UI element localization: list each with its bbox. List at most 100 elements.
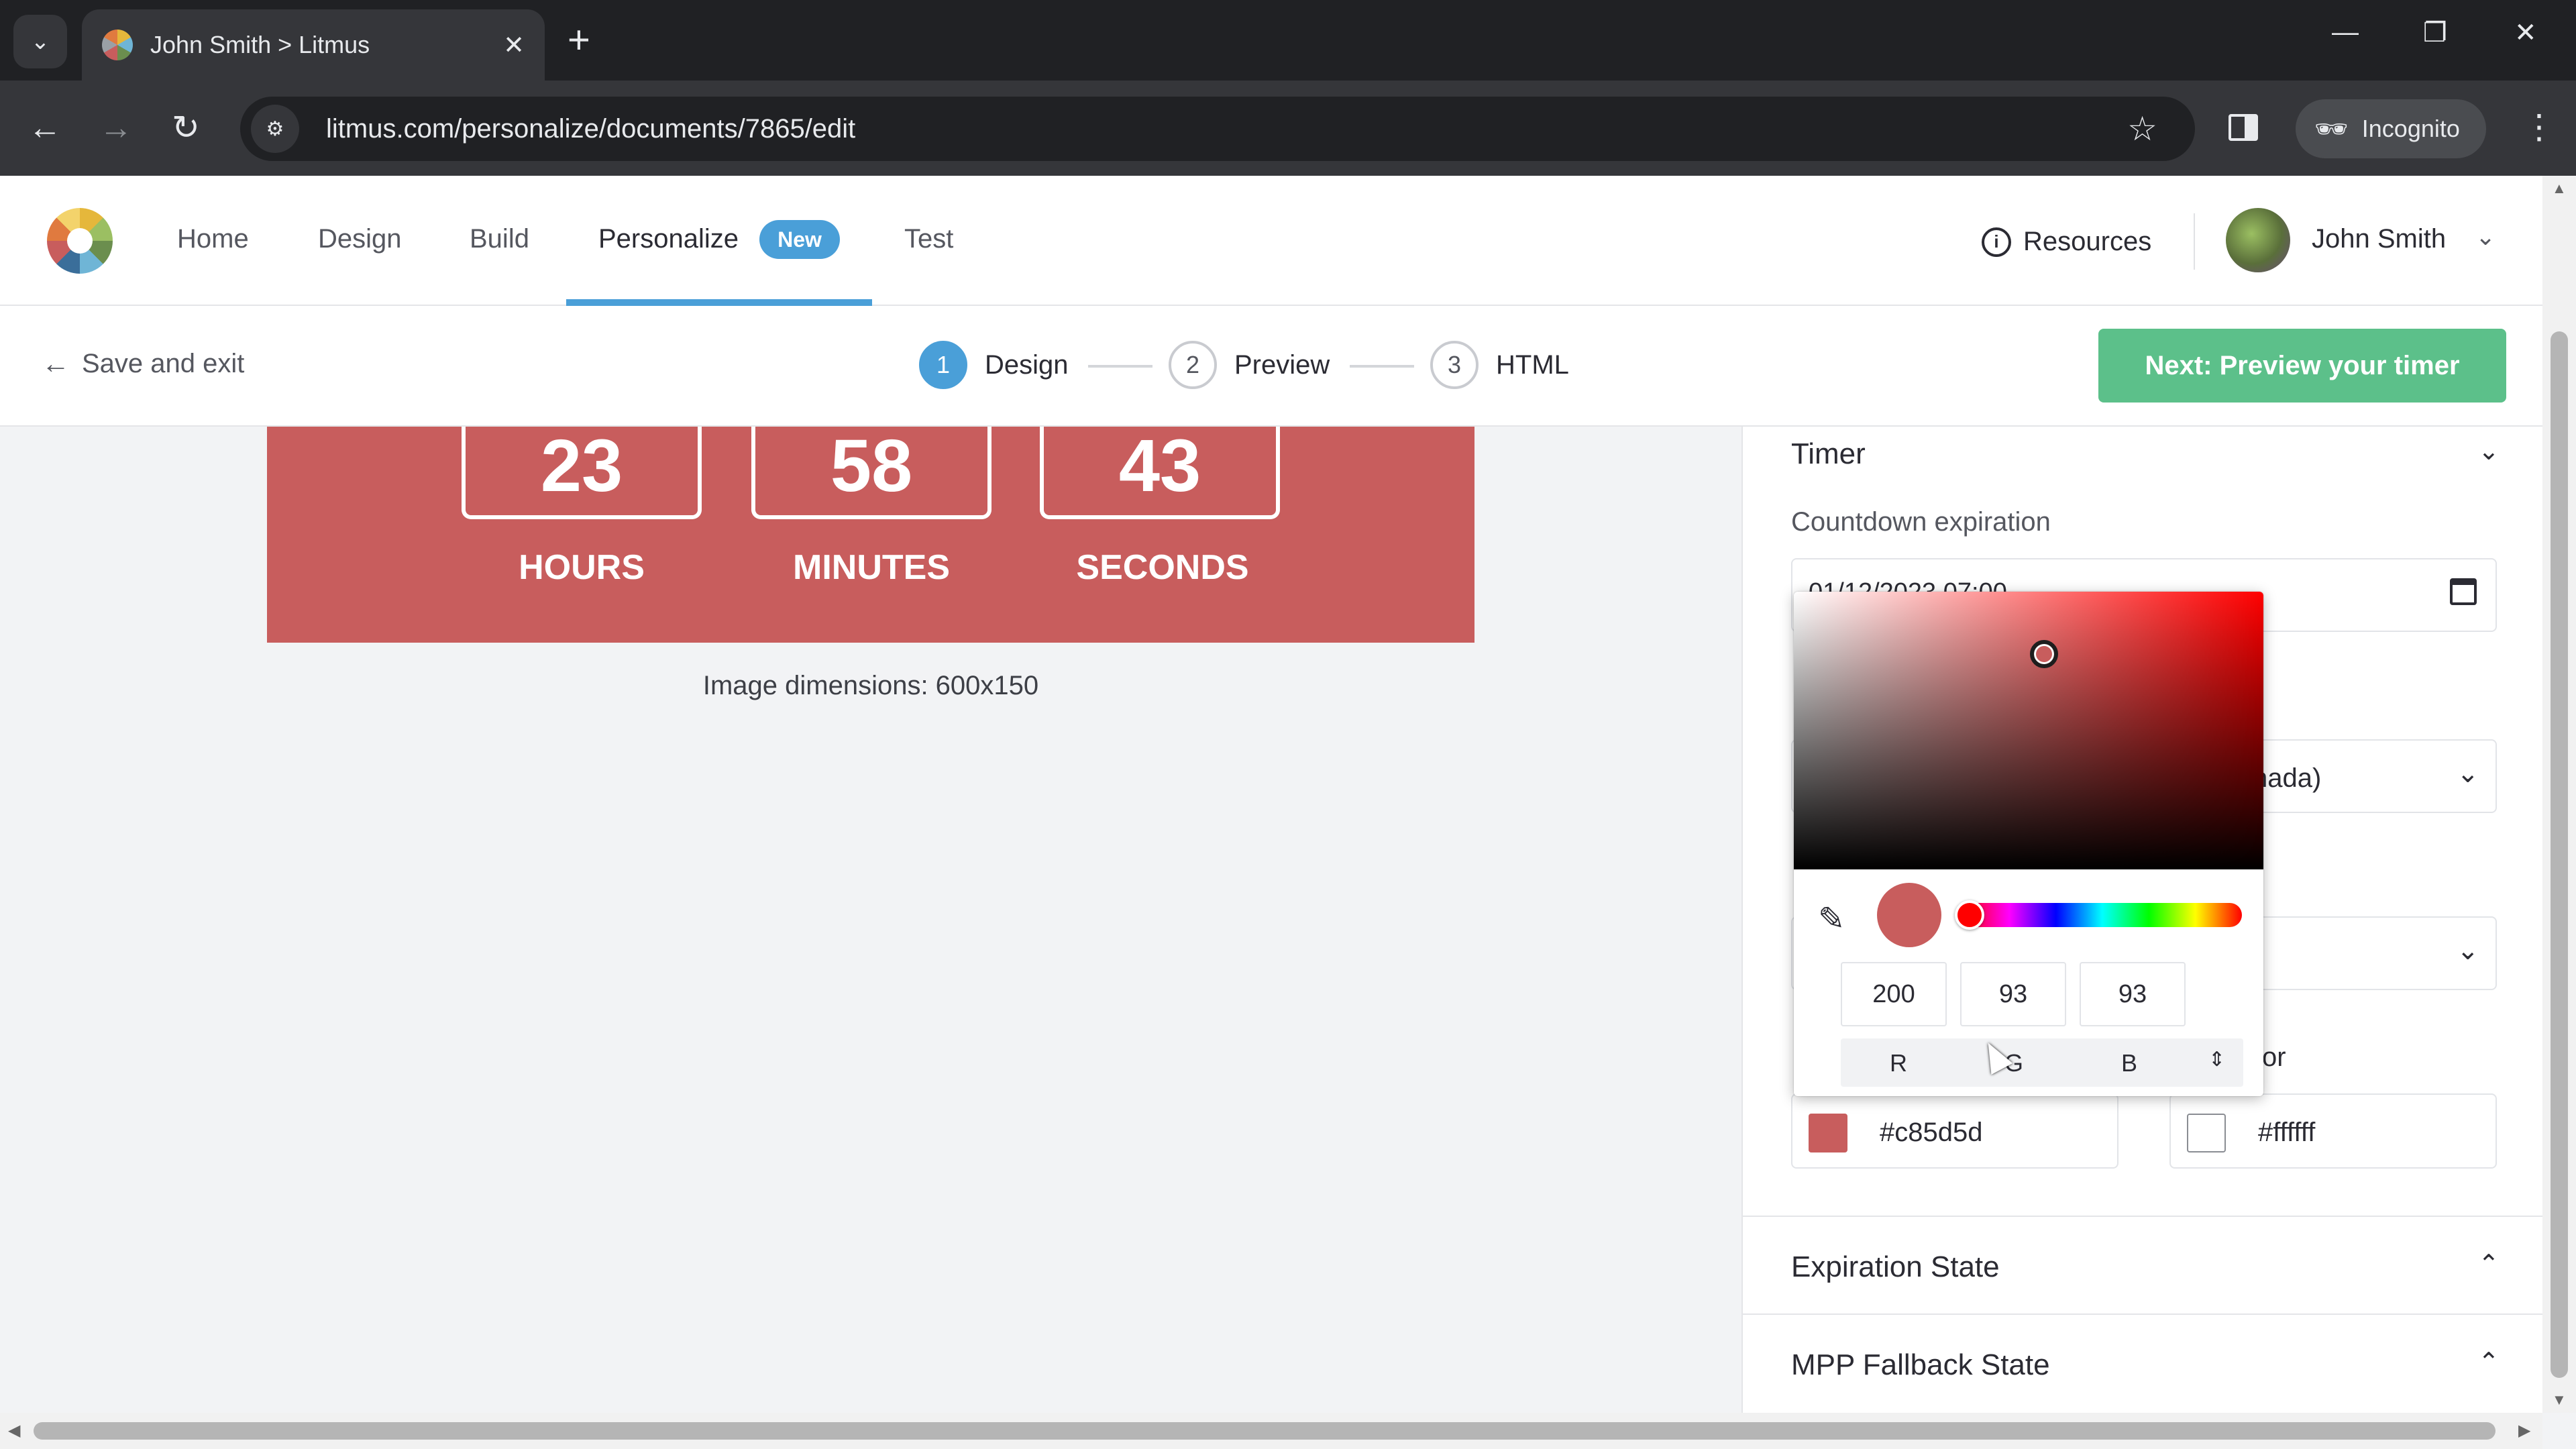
scroll-left-icon[interactable]: ◀ [8,1421,20,1440]
color-picker-popup: ✎ 200 93 93 R G B ⇕ [1794,592,2263,1096]
background-color-field[interactable]: #c85d5d [1791,1093,2118,1169]
browser-tab-active[interactable]: John Smith > Litmus ✕ [82,9,545,80]
incognito-icon: 🕶 [2314,114,2349,144]
resources-label: Resources [2023,227,2152,256]
minimize-icon[interactable]: — [2332,17,2359,48]
next-preview-button[interactable]: Next: Preview your timer [2098,329,2506,402]
nav-test[interactable]: Test [904,224,953,254]
nav-home[interactable]: Home [177,224,249,254]
avatar[interactable] [2226,208,2290,272]
blue-label: B [2121,1049,2137,1077]
active-nav-indicator [566,299,872,306]
minutes-box: 58 [751,427,991,519]
chevron-up-icon[interactable]: ⌃ [2478,1249,2500,1279]
chevron-down-icon: ⌄ [30,29,50,54]
horizontal-scrollbar[interactable]: ◀ ▶ [0,1413,2542,1449]
vertical-scrollbar[interactable]: ▲ ▼ [2542,176,2576,1413]
incognito-label: Incognito [2361,115,2460,142]
close-window-icon[interactable]: ✕ [2514,17,2537,48]
hue-slider-handle[interactable] [1955,900,1984,930]
chevron-down-icon[interactable]: ⌄ [2478,436,2500,466]
saturation-value-area[interactable] [1794,592,2263,869]
step-number: 3 [1430,341,1479,389]
step-design[interactable]: 1 Design [919,341,1069,389]
scroll-right-icon[interactable]: ▶ [2518,1421,2530,1440]
step-label: HTML [1496,350,1569,380]
hours-box: 23 [462,427,702,519]
hue-slider[interactable] [1963,903,2242,927]
green-input[interactable]: 93 [1960,962,2066,1026]
background-color-hex: #c85d5d [1880,1118,1983,1147]
step-number: 1 [919,341,967,389]
chevron-down-icon[interactable]: ⌄ [2475,223,2496,251]
chevron-up-icon[interactable]: ⌃ [2478,1347,2500,1377]
red-label: R [1890,1049,1907,1077]
arrow-left-icon: ← [42,347,70,379]
litmus-logo[interactable] [47,208,113,274]
divider [1743,1216,2544,1217]
red-input[interactable]: 200 [1841,962,1947,1026]
resources-link[interactable]: i Resources [1982,227,2151,257]
scroll-down-icon[interactable]: ▼ [2552,1391,2567,1409]
step-preview[interactable]: 2 Preview [1169,341,1330,389]
close-tab-icon[interactable]: ✕ [503,30,525,60]
chevron-down-icon: ⌄ [2457,936,2479,965]
side-panel-icon[interactable] [2229,114,2258,141]
new-badge: New [759,220,840,259]
info-icon: i [1982,227,2011,257]
save-and-exit-button[interactable]: ← Save and exit [42,347,244,380]
user-name[interactable]: John Smith [2312,224,2446,254]
divider [1743,1313,2544,1315]
app-header: Home Design Build Personalize New Test i… [0,176,2542,306]
tab-title: John Smith > Litmus [150,31,370,58]
forward-arrow-icon[interactable]: → [99,107,133,148]
nav-personalize[interactable]: Personalize [598,224,739,254]
nav-build[interactable]: Build [470,224,529,254]
reload-icon[interactable]: ↻ [172,107,200,148]
step-label: Design [985,350,1069,380]
mpp-fallback-state-title[interactable]: MPP Fallback State [1791,1348,2050,1382]
step-connector [1088,365,1152,368]
url-text: litmus.com/personalize/documents/7865/ed… [326,113,856,144]
tab-search-button[interactable]: ⌄ [13,15,67,68]
incognito-indicator[interactable]: 🕶 Incognito [2296,99,2486,158]
seconds-label: SECONDS [1076,548,1249,587]
calendar-icon[interactable] [2450,578,2477,605]
seconds-box: 43 [1040,427,1280,519]
expiration-state-title[interactable]: Expiration State [1791,1250,2000,1284]
text-color-field[interactable]: #ffffff [2169,1093,2497,1169]
nav-design[interactable]: Design [318,224,402,254]
scroll-up-icon[interactable]: ▲ [2552,180,2567,197]
restore-icon[interactable]: ❐ [2423,17,2447,48]
timer-preview-image: 23 58 43 HOURS MINUTES SECONDS [267,427,1474,643]
back-arrow-icon[interactable]: ← [28,107,62,148]
step-number: 2 [1169,341,1217,389]
step-connector [1350,365,1414,368]
hours-label: HOURS [519,548,645,587]
color-mode-toggle-icon[interactable]: ⇕ [2208,1048,2225,1071]
eyedropper-icon[interactable]: ✎ [1818,900,1845,938]
text-color-swatch[interactable] [2187,1114,2226,1152]
chevron-down-icon: ⌄ [2457,759,2479,788]
countdown-expiration-label: Countdown expiration [1791,507,2051,537]
new-tab-icon[interactable]: + [568,19,590,62]
bookmark-star-icon[interactable]: ☆ [2127,109,2157,148]
text-color-label: or [2262,1042,2286,1072]
browser-toolbar: ← → ↻ ⚙ litmus.com/personalize/documents… [0,80,2576,176]
blue-input[interactable]: 93 [2080,962,2186,1026]
vertical-scroll-thumb[interactable] [2551,331,2568,1378]
browser-tabstrip: ⌄ John Smith > Litmus ✕ + — ❐ ✕ [0,0,2576,80]
timer-section-title[interactable]: Timer [1791,437,1866,471]
background-color-swatch[interactable] [1809,1114,1847,1152]
saturation-value-handle[interactable] [2030,640,2058,668]
address-bar[interactable]: ⚙ litmus.com/personalize/documents/7865/… [240,97,2195,161]
browser-menu-icon[interactable]: ⋮ [2522,107,2556,146]
stepper-bar: ← Save and exit 1 Design 2 Preview 3 HTM… [0,306,2542,427]
horizontal-scroll-thumb[interactable] [34,1422,2496,1440]
site-settings-icon[interactable]: ⚙ [251,105,299,153]
save-and-exit-label: Save and exit [82,348,245,378]
rgb-labels-row: R G B ⇕ [1841,1038,2243,1087]
text-color-hex: #ffffff [2258,1118,2316,1147]
step-html[interactable]: 3 HTML [1430,341,1569,389]
header-divider [2194,213,2195,270]
